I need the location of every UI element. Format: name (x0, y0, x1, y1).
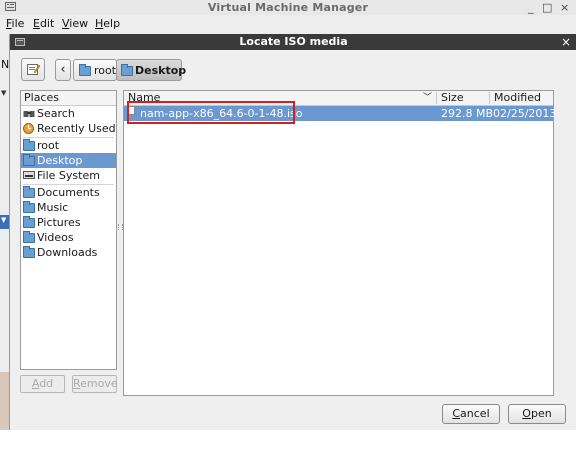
folder-icon (23, 201, 35, 213)
column-divider (436, 92, 437, 104)
recent-icon (23, 123, 34, 134)
open-button[interactable]: Open (508, 404, 566, 424)
dialog-title: Locate ISO media (239, 35, 348, 48)
file-list: Name ﹀ Size Modified nam-app-x86_64.6-0-… (123, 90, 557, 396)
folder-icon (23, 186, 35, 198)
dialog-titlebar[interactable]: Locate ISO media × (10, 34, 576, 50)
places-item-recently-used[interactable]: Recently Used (21, 121, 116, 136)
add-bookmark-button[interactable]: Add (20, 375, 65, 393)
folder-icon (23, 246, 35, 258)
menu-file[interactable]: File (6, 15, 24, 32)
menu-help[interactable]: Help (95, 15, 120, 32)
places-item-music[interactable]: Music (21, 200, 116, 215)
back-button[interactable]: ‹ (55, 59, 71, 81)
menu-view[interactable]: View (62, 15, 88, 32)
column-size[interactable]: Size (441, 91, 464, 105)
column-modified[interactable]: Modified (494, 91, 541, 105)
breadcrumb-root[interactable]: root (73, 59, 117, 81)
places-item-pictures[interactable]: Pictures (21, 215, 116, 230)
file-size: 292.8 MB (441, 107, 494, 120)
menu-bar: File Edit View Help (0, 15, 576, 32)
breadcrumb-desktop[interactable]: Desktop (116, 59, 186, 81)
locate-iso-dialog: Locate ISO media × ‹ root Desktop Places (9, 34, 576, 430)
background-strip (0, 372, 9, 430)
folder-icon (23, 216, 35, 228)
file-modified: 02/25/2013 (493, 107, 557, 120)
places-item-videos[interactable]: Videos (21, 230, 116, 245)
places-sidebar: Places Search Recently Used root Desktop (20, 90, 117, 370)
places-header[interactable]: Places (21, 91, 116, 106)
search-icon (23, 111, 35, 117)
column-divider (489, 92, 490, 104)
type-location-button[interactable] (21, 58, 45, 81)
cancel-button[interactable]: Cancel (442, 404, 500, 424)
folder-icon (79, 64, 91, 76)
minimize-button[interactable]: _ (528, 0, 534, 15)
expander-icon[interactable]: ▼ (1, 89, 6, 97)
drive-icon (23, 171, 35, 179)
places-item-file-system[interactable]: File System (21, 168, 116, 183)
annotation-highlight-box (127, 101, 295, 124)
places-item-root[interactable]: root (21, 138, 116, 153)
maximize-button[interactable]: □ (542, 0, 552, 15)
places-item-search[interactable]: Search (21, 106, 116, 121)
dialog-toolbar: ‹ root Desktop (10, 50, 576, 90)
places-item-downloads[interactable]: Downloads (21, 245, 116, 260)
dialog-close-button[interactable]: × (561, 34, 571, 50)
folder-icon (121, 64, 133, 76)
close-window-button[interactable]: × (560, 0, 569, 15)
folder-icon (23, 154, 35, 166)
folder-icon (23, 139, 35, 151)
background-letter: N (1, 58, 10, 71)
main-window-title: Virtual Machine Manager (207, 1, 369, 14)
sort-chevron-icon[interactable]: ﹀ (423, 91, 432, 105)
folder-icon (23, 231, 35, 243)
remove-bookmark-button[interactable]: Remove (72, 375, 118, 393)
expander-icon-selected[interactable]: ▼ (1, 216, 6, 224)
places-item-desktop[interactable]: Desktop (21, 153, 116, 168)
edit-location-icon (27, 64, 40, 75)
main-window-titlebar[interactable]: Virtual Machine Manager _ □ × (0, 0, 576, 15)
menu-edit[interactable]: Edit (33, 15, 54, 32)
places-item-documents[interactable]: Documents (21, 185, 116, 200)
main-window-background: N ▼ ▼ (0, 32, 9, 430)
